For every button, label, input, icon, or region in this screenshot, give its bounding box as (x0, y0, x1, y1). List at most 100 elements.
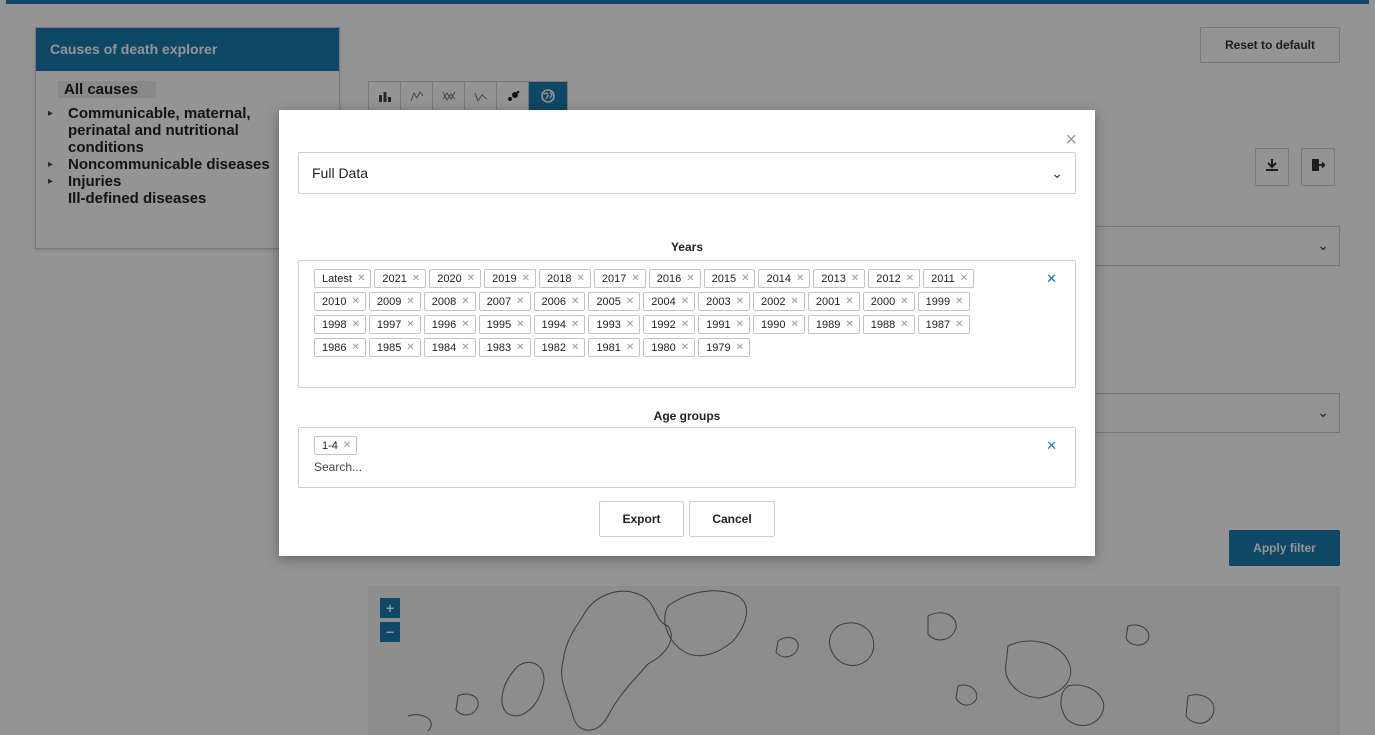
remove-tag-icon[interactable]: ✕ (461, 319, 469, 330)
remove-tag-icon[interactable]: ✕ (681, 319, 689, 330)
tag-label: 1984 (431, 341, 457, 354)
tag-label: 1996 (431, 318, 457, 331)
tag-label: Latest (322, 272, 352, 285)
remove-tag-icon[interactable]: ✕ (516, 296, 524, 307)
remove-tag-icon[interactable]: ✕ (631, 273, 639, 284)
age-tag-list: 1-4 ✕ (314, 436, 1015, 455)
tag-chip: Latest ✕ (314, 269, 372, 288)
tag-label: 2021 (382, 272, 407, 285)
remove-tag-icon[interactable]: ✕ (351, 342, 359, 353)
remove-tag-icon[interactable]: ✕ (845, 296, 853, 307)
tag-chip: 2012 ✕ (868, 269, 921, 288)
years-multiselect[interactable]: Latest ✕ 2021 ✕ 2020 ✕ 2019 ✕ 2018 ✕ 2017 ✕ 2016 ✕ 201… (298, 260, 1076, 388)
tag-chip: 1994 ✕ (533, 315, 586, 334)
tag-chip: 2000 ✕ (862, 292, 915, 311)
remove-tag-icon[interactable]: ✕ (467, 273, 475, 284)
tag-label: 1980 (651, 341, 676, 354)
clear-age-groups-icon[interactable]: ✕ (1046, 438, 1057, 454)
remove-tag-icon[interactable]: ✕ (406, 296, 414, 307)
tag-label: 1993 (596, 318, 621, 331)
remove-tag-icon[interactable]: ✕ (900, 296, 908, 307)
tag-label: 1982 (541, 341, 566, 354)
remove-tag-icon[interactable]: ✕ (412, 273, 420, 284)
remove-tag-icon[interactable]: ✕ (357, 273, 365, 284)
remove-tag-icon[interactable]: ✕ (681, 296, 689, 307)
remove-tag-icon[interactable]: ✕ (522, 273, 530, 284)
remove-tag-icon[interactable]: ✕ (343, 440, 351, 451)
tag-chip: 1985 ✕ (368, 338, 421, 357)
close-icon[interactable]: × (1065, 130, 1077, 150)
remove-tag-icon[interactable]: ✕ (576, 273, 584, 284)
tag-label: 2020 (437, 272, 462, 285)
remove-tag-icon[interactable]: ✕ (736, 319, 744, 330)
remove-tag-icon[interactable]: ✕ (955, 319, 963, 330)
tag-label: 1990 (761, 318, 786, 331)
tag-chip: 1989 ✕ (807, 315, 860, 334)
remove-tag-icon[interactable]: ✕ (571, 296, 579, 307)
remove-tag-icon[interactable]: ✕ (461, 342, 469, 353)
remove-tag-icon[interactable]: ✕ (845, 319, 853, 330)
remove-tag-icon[interactable]: ✕ (790, 296, 798, 307)
tag-chip: 1988 ✕ (862, 315, 915, 334)
remove-tag-icon[interactable]: ✕ (626, 342, 634, 353)
tag-chip: 1987 ✕ (917, 315, 970, 334)
remove-tag-icon[interactable]: ✕ (516, 319, 524, 330)
remove-tag-icon[interactable]: ✕ (736, 296, 744, 307)
remove-tag-icon[interactable]: ✕ (406, 342, 414, 353)
remove-tag-icon[interactable]: ✕ (571, 319, 579, 330)
tag-chip: 1981 ✕ (588, 338, 641, 357)
tag-label: 1997 (376, 318, 402, 331)
tag-chip: 1993 ✕ (588, 315, 641, 334)
age-groups-multiselect[interactable]: 1-4 ✕ Search... ✕ (298, 427, 1076, 488)
tag-label: 2004 (651, 295, 676, 308)
remove-tag-icon[interactable]: ✕ (736, 342, 744, 353)
tag-chip: 2010 ✕ (314, 292, 366, 311)
remove-tag-icon[interactable]: ✕ (406, 319, 414, 330)
export-confirm-button[interactable]: Export (599, 501, 684, 537)
tag-chip: 2008 ✕ (423, 292, 476, 311)
remove-tag-icon[interactable]: ✕ (741, 273, 749, 284)
tag-chip: 2002 ✕ (753, 292, 805, 311)
tag-label: 1-4 (322, 439, 338, 452)
remove-tag-icon[interactable]: ✕ (851, 273, 859, 284)
remove-tag-icon[interactable]: ✕ (900, 319, 908, 330)
tag-chip: 2019 ✕ (484, 269, 536, 288)
tag-label: 1999 (925, 295, 951, 308)
tag-chip: 2015 ✕ (703, 269, 756, 288)
remove-tag-icon[interactable]: ✕ (626, 319, 634, 330)
remove-tag-icon[interactable]: ✕ (626, 296, 634, 307)
tag-label: 1989 (815, 318, 841, 331)
age-search-input[interactable]: Search... (314, 460, 1015, 474)
tag-chip: 1983 ✕ (478, 338, 531, 357)
tag-label: 2008 (431, 295, 457, 308)
remove-tag-icon[interactable]: ✕ (906, 273, 914, 284)
age-groups-label: Age groups (653, 409, 721, 423)
remove-tag-icon[interactable]: ✕ (461, 296, 469, 307)
tag-chip: 2017 ✕ (593, 269, 646, 288)
remove-tag-icon[interactable]: ✕ (516, 342, 524, 353)
tag-label: 2010 (322, 295, 347, 308)
remove-tag-icon[interactable]: ✕ (960, 273, 968, 284)
tag-chip: 2006 ✕ (533, 292, 586, 311)
remove-tag-icon[interactable]: ✕ (796, 273, 804, 284)
remove-tag-icon[interactable]: ✕ (351, 319, 359, 330)
remove-tag-icon[interactable]: ✕ (686, 273, 694, 284)
remove-tag-icon[interactable]: ✕ (790, 319, 798, 330)
data-scope-select[interactable]: Full Data ⌄ (298, 152, 1076, 194)
tag-label: 1979 (706, 341, 731, 354)
remove-tag-icon[interactable]: ✕ (351, 296, 359, 307)
tag-chip: 2003 ✕ (698, 292, 750, 311)
tag-label: 2011 (931, 272, 955, 285)
cancel-button[interactable]: Cancel (689, 501, 775, 537)
remove-tag-icon[interactable]: ✕ (955, 296, 963, 307)
tag-label: 2005 (596, 295, 621, 308)
tag-chip: 2005 ✕ (588, 292, 641, 311)
tag-label: 1994 (541, 318, 566, 331)
export-modal: × Full Data ⌄ Years Latest ✕ 2021 ✕ 2020 ✕ 201… (279, 110, 1095, 556)
tag-label: 1998 (322, 318, 347, 331)
tag-chip: 1979 ✕ (698, 338, 750, 357)
remove-tag-icon[interactable]: ✕ (571, 342, 579, 353)
tag-label: 1986 (322, 341, 347, 354)
clear-years-icon[interactable]: ✕ (1046, 271, 1057, 287)
remove-tag-icon[interactable]: ✕ (681, 342, 689, 353)
